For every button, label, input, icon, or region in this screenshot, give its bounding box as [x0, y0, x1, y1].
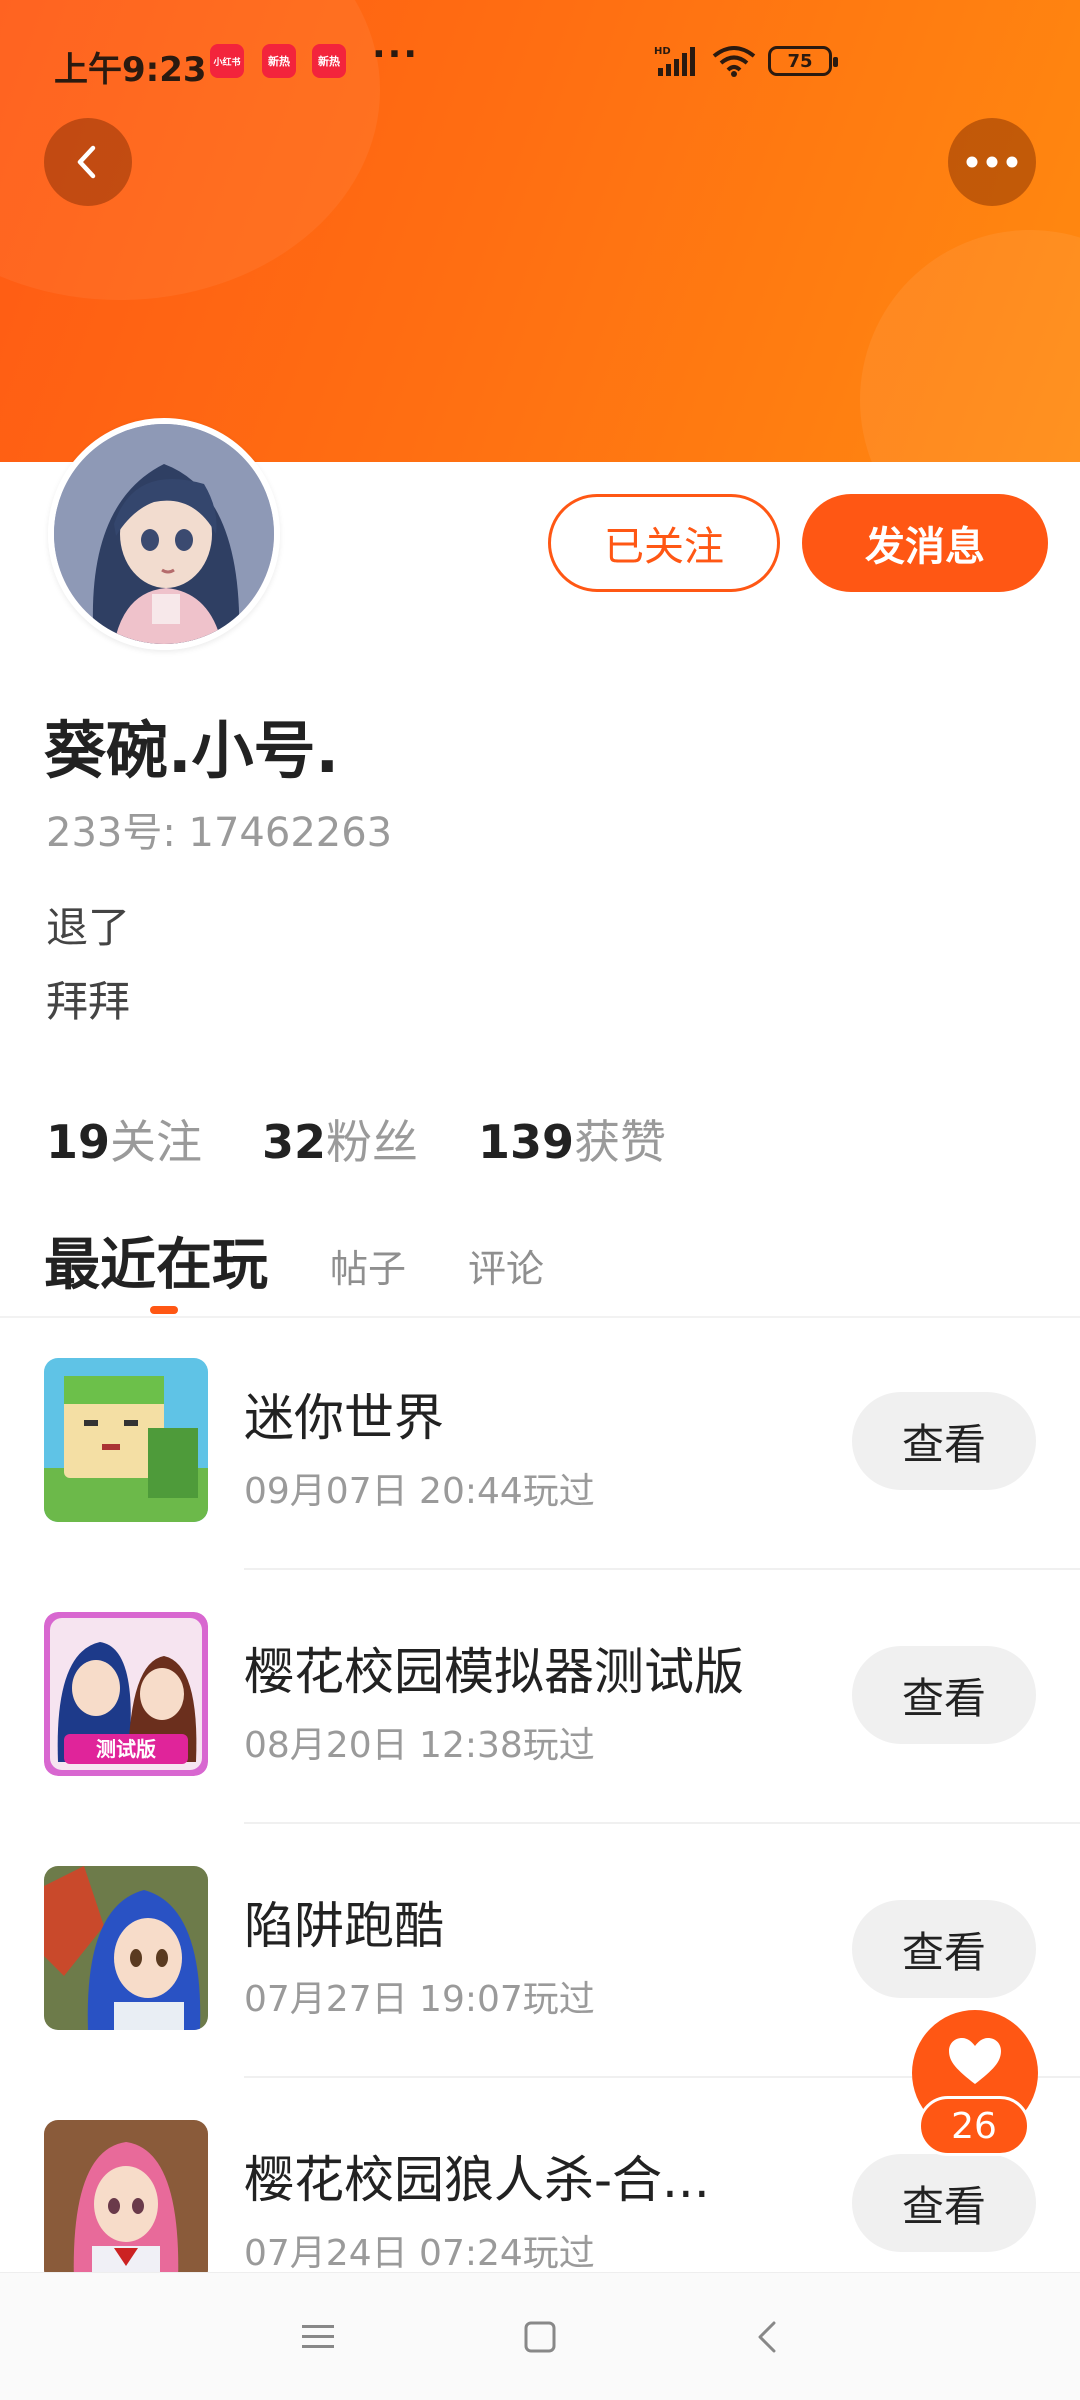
- game-title: 樱花校园模拟器测试版: [244, 1643, 744, 1701]
- profile-stats: 19关注 32粉丝 139获赞: [46, 1106, 666, 1172]
- notification-icon-xinre: 新热: [262, 44, 296, 78]
- svg-text:测试版: 测试版: [96, 1737, 156, 1761]
- svg-text:HD: HD: [654, 46, 671, 57]
- view-button[interactable]: 查看: [852, 2154, 1036, 2252]
- notification-icon-xinre-2: 新热: [312, 44, 346, 78]
- list-item[interactable]: 迷你世界 09月07日 20:44玩过 查看: [0, 1358, 1080, 1612]
- game-icon-sakura-werewolf: [44, 2120, 208, 2284]
- stat-number: 32: [262, 1115, 327, 1169]
- home-square-icon[interactable]: [520, 2317, 560, 2357]
- tab-posts[interactable]: 帖子: [330, 1238, 406, 1301]
- game-icon-mini-world: [44, 1358, 208, 1522]
- tab-active-indicator: [150, 1306, 178, 1314]
- game-icon-sakura-school-test: 测试版: [44, 1612, 208, 1776]
- chevron-left-icon: [77, 145, 96, 179]
- view-button[interactable]: 查看: [852, 1900, 1036, 1998]
- game-title: 迷你世界: [244, 1389, 444, 1447]
- heart-icon: [949, 2038, 1001, 2084]
- more-notifications-icon: ···: [372, 34, 420, 75]
- back-triangle-icon[interactable]: [748, 2317, 788, 2357]
- stat-label: 获赞: [574, 1115, 667, 1169]
- avatar-anime-girl-image: [54, 424, 274, 644]
- bio-line: 拜拜: [46, 977, 131, 1026]
- divider: [244, 1822, 1080, 1824]
- username: 葵碗.小号.: [44, 714, 340, 787]
- wifi-icon: [712, 46, 756, 77]
- more-options-button[interactable]: [948, 118, 1036, 206]
- game-icon-trap-parkour: [44, 1866, 208, 2030]
- like-count-badge: 26: [918, 2096, 1030, 2156]
- stat-followers[interactable]: 32粉丝: [262, 1106, 418, 1172]
- bio-line: 退了: [46, 903, 131, 952]
- game-title: 樱花校园狼人杀-合...: [244, 2151, 710, 2209]
- tab-comments[interactable]: 评论: [468, 1238, 544, 1301]
- followed-button[interactable]: 已关注: [548, 494, 780, 592]
- stat-number: 139: [478, 1115, 575, 1169]
- back-button[interactable]: [44, 118, 132, 206]
- profile-tabs: 最近在玩 帖子 评论: [44, 1220, 544, 1314]
- avatar[interactable]: [48, 418, 280, 650]
- game-title: 陷阱跑酷: [244, 1897, 444, 1955]
- game-played-time: 07月27日 19:07玩过: [244, 1979, 595, 2020]
- tab-divider: [0, 1316, 1080, 1318]
- view-button[interactable]: 查看: [852, 1392, 1036, 1490]
- system-nav-bar: [0, 2272, 1080, 2400]
- stat-number: 19: [46, 1115, 111, 1169]
- notification-icon-xiaohongshu: 小红书: [210, 44, 244, 78]
- game-played-time: 08月20日 12:38玩过: [244, 1725, 595, 1766]
- menu-icon[interactable]: [298, 2317, 338, 2357]
- status-time: 上午9:23: [54, 50, 207, 90]
- list-item[interactable]: 测试版 樱花校园模拟器测试版 08月20日 12:38玩过 查看: [0, 1612, 1080, 1866]
- stat-label: 粉丝: [326, 1115, 419, 1169]
- game-played-time: 07月24日 07:24玩过: [244, 2233, 595, 2274]
- view-button[interactable]: 查看: [852, 1646, 1036, 1744]
- stat-following[interactable]: 19关注: [46, 1106, 202, 1172]
- tab-label: 最近在玩: [44, 1233, 268, 1298]
- more-dots-icon: [966, 156, 1018, 168]
- game-played-time: 09月07日 20:44玩过: [244, 1471, 595, 1512]
- status-bar: 上午9:23 小红书 新热 新热 ··· HD 75: [0, 0, 1080, 120]
- divider: [244, 1568, 1080, 1570]
- tab-recently-played[interactable]: 最近在玩: [44, 1220, 268, 1314]
- user-id: 233号: 17462263: [46, 810, 393, 856]
- send-message-button[interactable]: 发消息: [802, 494, 1048, 592]
- cellular-signal-icon: HD: [654, 46, 695, 76]
- stat-label: 关注: [110, 1115, 203, 1169]
- battery-icon: 75: [768, 46, 838, 76]
- stat-likes[interactable]: 139获赞: [478, 1106, 666, 1172]
